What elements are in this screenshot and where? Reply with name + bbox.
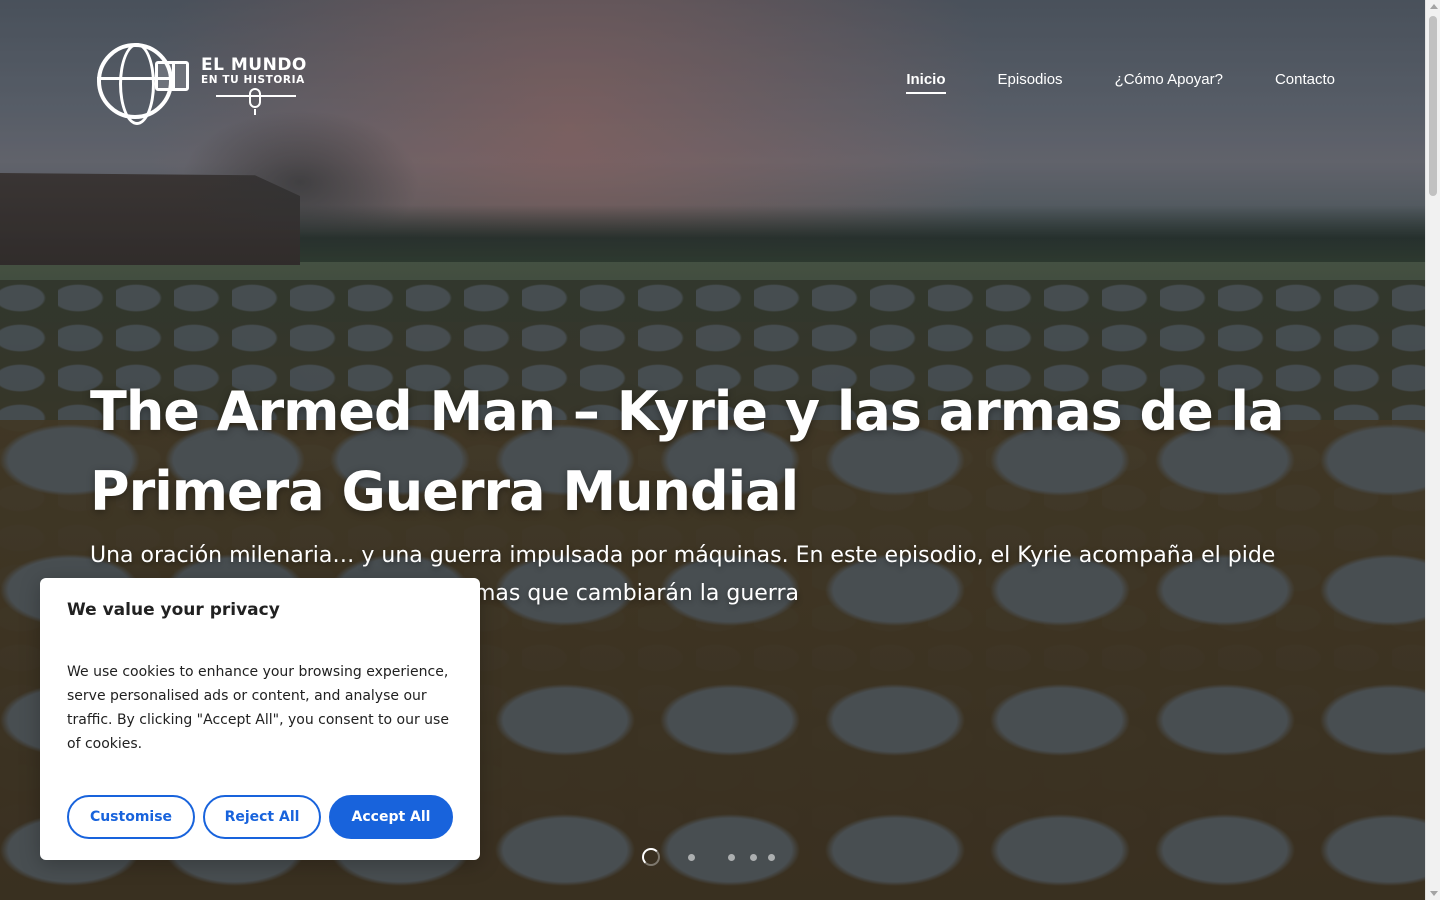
cookie-title: We value your privacy: [67, 600, 280, 620]
nav-item-episodios[interactable]: Episodios: [998, 71, 1063, 94]
page-scrollbar[interactable]: [1425, 0, 1440, 900]
scroll-down-arrow-icon[interactable]: [1430, 891, 1438, 896]
slider-dot-active[interactable]: [642, 848, 660, 866]
site-logo[interactable]: EL MUNDO EN TU HISTORIA: [97, 43, 317, 125]
slider-dot[interactable]: [688, 854, 695, 861]
logo-subtitle: EN TU HISTORIA: [201, 74, 305, 86]
nav-item-como-apoyar[interactable]: ¿Cómo Apoyar?: [1115, 71, 1223, 94]
reject-all-button[interactable]: Reject All: [203, 795, 321, 839]
microphone-icon: [249, 88, 261, 115]
main-nav: Inicio Episodios ¿Cómo Apoyar? Contacto: [906, 71, 1335, 94]
cookie-consent-banner: We value your privacy We use cookies to …: [40, 578, 480, 860]
slider-dot[interactable]: [728, 854, 735, 861]
cookie-description: We use cookies to enhance your browsing …: [67, 664, 449, 752]
nav-item-inicio[interactable]: Inicio: [906, 71, 946, 94]
book-icon: [155, 61, 189, 91]
slider-dot[interactable]: [768, 854, 775, 861]
slider-dot[interactable]: [750, 854, 757, 861]
accept-all-button[interactable]: Accept All: [329, 795, 453, 839]
nav-item-contacto[interactable]: Contacto: [1275, 71, 1335, 94]
logo-title: EL MUNDO: [201, 55, 307, 75]
scrollbar-thumb[interactable]: [1429, 16, 1437, 196]
scroll-up-arrow-icon[interactable]: [1430, 4, 1438, 9]
hero-title: The Armed Man – Kyrie y las armas de la …: [90, 380, 1284, 523]
cookie-actions: Customise Reject All Accept All: [67, 795, 453, 839]
customise-button[interactable]: Customise: [67, 795, 195, 839]
